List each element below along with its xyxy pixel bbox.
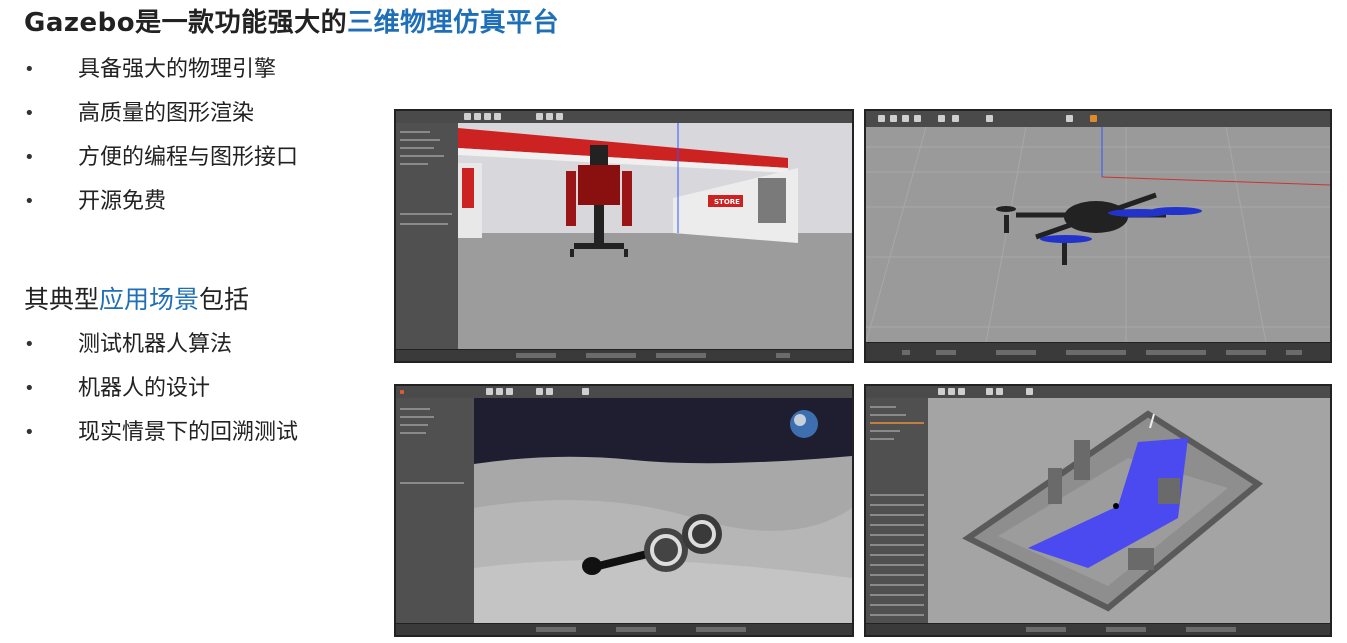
list-item: • 高质量的图形渲染 [22,92,298,136]
slide-title: Gazebo是一款功能强大的三维物理仿真平台 [24,2,559,39]
list-item-text: 测试机器人算法 [78,332,233,357]
arrow-icon [464,113,471,120]
bullet-icon: • [24,59,35,80]
box-icon [536,113,543,120]
scale-icon [494,113,501,120]
camera-icon [582,388,589,395]
scale-icon [914,115,921,122]
light-icon [986,115,993,122]
gazebo-side-panel [396,398,475,635]
list-item: • 现实情景下的回溯测试 [22,411,298,455]
box-icon [938,115,945,122]
rotate-icon [484,113,491,120]
record-icon [1090,115,1097,122]
list-item: • 开源免费 [22,180,298,224]
robot-station-viewport: STORE [458,123,852,351]
gazebo-status-bar [396,349,852,361]
close-icon [400,390,404,394]
list-item: • 测试机器人算法 [22,323,298,367]
gazebo-screenshot-indoor-map [864,384,1332,637]
bullet-icon: • [24,378,35,399]
title-prefix: Gazebo是一款功能强大的 [24,8,348,38]
gazebo-status-bar [866,623,1330,635]
camera-icon [1066,115,1073,122]
gazebo-screenshot-robot-station: STORE [394,109,854,363]
move-icon [948,388,955,395]
feature-list: • 具备强大的物理引擎 • 高质量的图形渲染 • 方便的编程与图形接口 • 开源免费 [22,48,298,224]
scenarios-heading-suffix: 包括 [199,285,250,314]
gazebo-side-panel [866,398,929,635]
bullet-icon: • [24,103,35,124]
list-item: • 方便的编程与图形接口 [22,136,298,180]
rotate-icon [958,388,965,395]
list-item-text: 高质量的图形渲染 [78,101,255,126]
box-icon [986,388,993,395]
gazebo-toolbar [866,111,1330,128]
bullet-icon: • [24,422,35,443]
arrow-icon [486,388,493,395]
moon-rover-viewport [474,398,852,624]
gazebo-screenshot-drone [864,109,1332,363]
list-item-text: 开源免费 [78,189,167,214]
bullet-icon: • [24,334,35,355]
list-item-text: 方便的编程与图形接口 [78,145,299,170]
scenarios-heading: 其典型应用场景包括 [24,280,249,316]
gazebo-screenshot-moon-rover [394,384,854,637]
list-item: • 机器人的设计 [22,367,298,411]
drone-viewport [866,127,1330,343]
rotate-icon [506,388,513,395]
light-icon [1026,388,1033,395]
list-item: • 具备强大的物理引擎 [22,48,298,92]
arrow-icon [938,388,945,395]
indoor-map-viewport [928,398,1330,624]
move-icon [474,113,481,120]
arrow-icon [878,115,885,122]
sphere-icon [952,115,959,122]
move-icon [496,388,503,395]
list-item-text: 现实情景下的回溯测试 [78,420,299,445]
bullet-icon: • [24,147,35,168]
scenarios-heading-highlight: 应用场景 [99,285,200,314]
store-sign: STORE [714,198,740,206]
move-icon [890,115,897,122]
list-item-text: 具备强大的物理引擎 [78,57,277,82]
scenarios-heading-prefix: 其典型 [24,285,100,314]
cylinder-icon [556,113,563,120]
sphere-icon [546,388,553,395]
gazebo-status-bar [866,342,1330,361]
sphere-icon [996,388,1003,395]
gazebo-side-panel [396,123,459,361]
title-highlight: 三维物理仿真平台 [347,8,560,38]
gazebo-status-bar [396,623,852,635]
box-icon [536,388,543,395]
scenario-list: • 测试机器人算法 • 机器人的设计 • 现实情景下的回溯测试 [22,323,298,455]
bullet-icon: • [24,191,35,212]
sphere-icon [546,113,553,120]
rotate-icon [902,115,909,122]
list-item-text: 机器人的设计 [78,376,211,401]
